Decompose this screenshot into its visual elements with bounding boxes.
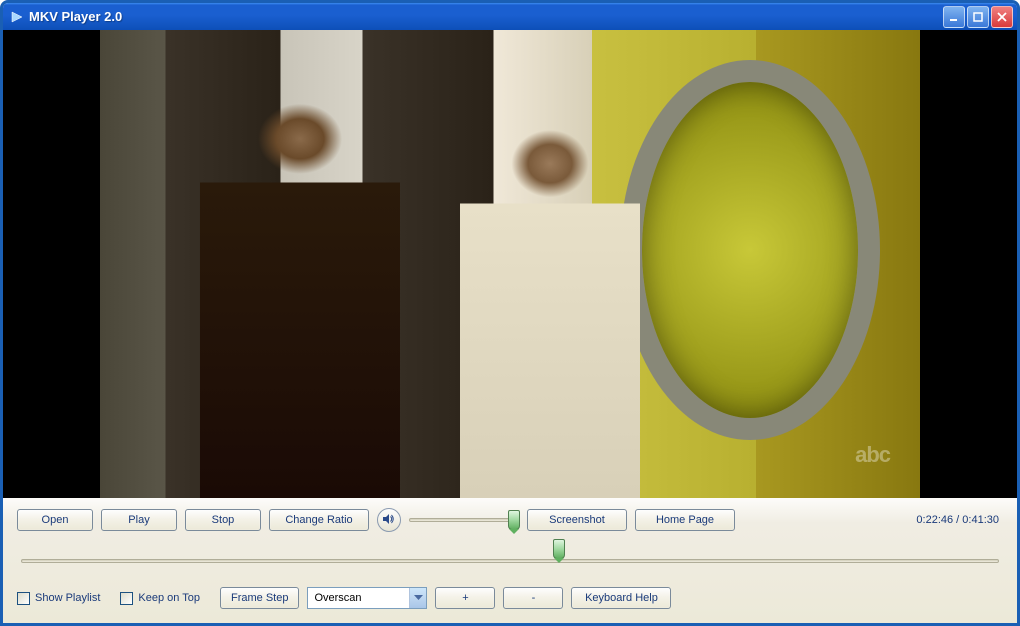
stop-button[interactable]: Stop bbox=[185, 509, 261, 531]
volume-rail bbox=[409, 518, 519, 522]
scene-figure-1 bbox=[200, 60, 400, 498]
minimize-button[interactable] bbox=[943, 6, 965, 28]
time-sep: / bbox=[953, 514, 962, 526]
overscan-selected: Overscan bbox=[308, 592, 409, 604]
app-window: MKV Player 2.0 abc Open Play Stop Change bbox=[0, 0, 1020, 626]
frame-step-button[interactable]: Frame Step bbox=[220, 587, 299, 609]
overscan-dropdown[interactable]: Overscan bbox=[307, 587, 427, 609]
control-row-secondary: Show Playlist Keep on Top Frame Step Ove… bbox=[17, 587, 1003, 609]
volume-thumb[interactable] bbox=[508, 510, 520, 530]
speaker-icon bbox=[382, 512, 396, 529]
change-ratio-button[interactable]: Change Ratio bbox=[269, 509, 369, 531]
chevron-down-icon bbox=[409, 588, 426, 608]
seek-rail bbox=[21, 559, 999, 563]
open-button[interactable]: Open bbox=[17, 509, 93, 531]
video-frame: abc bbox=[100, 30, 920, 498]
volume-mute-button[interactable] bbox=[377, 508, 401, 532]
controls-panel: Open Play Stop Change Ratio Screenshot H… bbox=[3, 498, 1017, 623]
titlebar[interactable]: MKV Player 2.0 bbox=[3, 3, 1017, 30]
show-playlist-checkbox[interactable]: Show Playlist bbox=[17, 592, 100, 605]
play-button[interactable]: Play bbox=[101, 509, 177, 531]
close-button[interactable] bbox=[991, 6, 1013, 28]
app-play-icon bbox=[11, 11, 23, 23]
seek-slider[interactable] bbox=[21, 538, 999, 583]
volume-slider[interactable] bbox=[409, 509, 519, 531]
control-row-main: Open Play Stop Change Ratio Screenshot H… bbox=[17, 508, 1003, 532]
zoom-out-button[interactable]: - bbox=[503, 587, 563, 609]
maximize-button[interactable] bbox=[967, 6, 989, 28]
show-playlist-label: Show Playlist bbox=[35, 592, 100, 604]
video-area[interactable]: abc bbox=[3, 30, 1017, 498]
zoom-in-button[interactable]: + bbox=[435, 587, 495, 609]
time-display: 0:22:46 / 0:41:30 bbox=[916, 514, 1003, 526]
checkbox-box-icon bbox=[17, 592, 30, 605]
scene-hatch bbox=[620, 60, 880, 440]
seek-thumb[interactable] bbox=[553, 539, 565, 559]
window-controls bbox=[943, 6, 1013, 28]
keep-on-top-checkbox[interactable]: Keep on Top bbox=[120, 592, 200, 605]
screenshot-button[interactable]: Screenshot bbox=[527, 509, 627, 531]
scene-figure-2 bbox=[460, 100, 640, 498]
keyboard-help-button[interactable]: Keyboard Help bbox=[571, 587, 671, 609]
time-total: 0:41:30 bbox=[962, 514, 999, 526]
window-title: MKV Player 2.0 bbox=[29, 9, 943, 24]
home-page-button[interactable]: Home Page bbox=[635, 509, 735, 531]
keep-on-top-label: Keep on Top bbox=[138, 592, 200, 604]
checkbox-box-icon bbox=[120, 592, 133, 605]
channel-watermark: abc bbox=[855, 442, 890, 468]
time-current: 0:22:46 bbox=[916, 514, 953, 526]
